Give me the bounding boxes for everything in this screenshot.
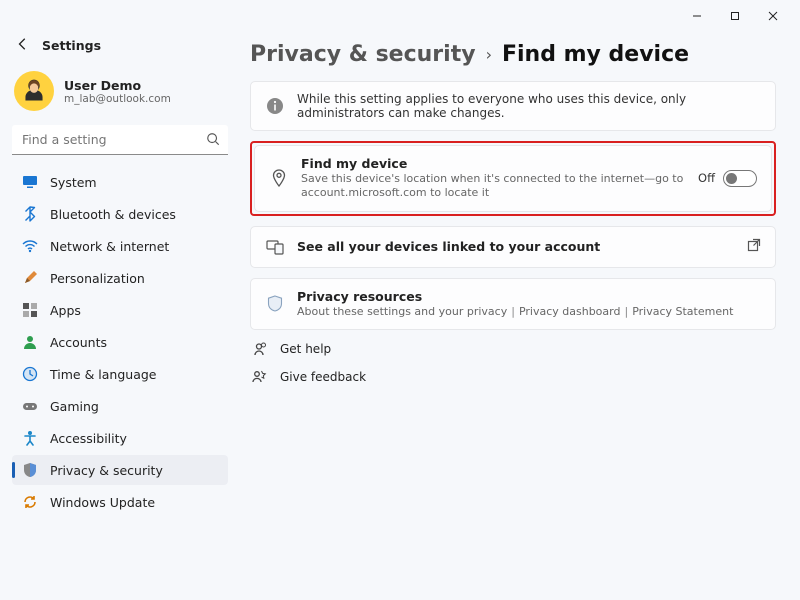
- apps-icon: [22, 302, 38, 318]
- info-banner: While this setting applies to everyone w…: [250, 81, 776, 131]
- chevron-right-icon: ›: [486, 45, 492, 64]
- shield-icon: [22, 462, 38, 478]
- sidebar-item-apps[interactable]: Apps: [12, 295, 228, 325]
- find-my-device-card[interactable]: Find my device Save this device's locati…: [254, 145, 772, 212]
- get-help-link[interactable]: Get help: [250, 340, 776, 358]
- profile-block[interactable]: User Demo m_lab@outlook.com: [12, 65, 228, 125]
- wifi-icon: [22, 238, 38, 254]
- sidebar-item-personalization[interactable]: Personalization: [12, 263, 228, 293]
- give-feedback-link[interactable]: Give feedback: [250, 368, 776, 386]
- sidebar-item-label: Accessibility: [50, 431, 127, 446]
- update-icon: [22, 494, 38, 510]
- devices-icon: [265, 237, 285, 257]
- gaming-icon: [22, 398, 38, 414]
- sidebar-item-label: Time & language: [50, 367, 156, 382]
- feedback-icon: [250, 368, 268, 386]
- breadcrumb-parent[interactable]: Privacy & security: [250, 42, 476, 67]
- sidebar-item-label: Network & internet: [50, 239, 169, 254]
- bluetooth-icon: [22, 206, 38, 222]
- shield-outline-icon: [265, 294, 285, 314]
- privacy-card-title: Privacy resources: [297, 289, 761, 304]
- sidebar-item-label: Accounts: [50, 335, 107, 350]
- profile-email: m_lab@outlook.com: [64, 93, 171, 105]
- account-icon: [22, 334, 38, 350]
- privacy-resources-card[interactable]: Privacy resources About these settings a…: [250, 278, 776, 330]
- sidebar-item-label: Bluetooth & devices: [50, 207, 176, 222]
- back-button[interactable]: [16, 36, 30, 55]
- link-label: Give feedback: [280, 370, 366, 384]
- page-title: Find my device: [502, 42, 689, 67]
- window-close-button[interactable]: [754, 2, 792, 30]
- highlight-box: Find my device Save this device's locati…: [250, 141, 776, 216]
- find-card-sub: Save this device's location when it's co…: [301, 172, 686, 201]
- sidebar-item-label: Personalization: [50, 271, 145, 286]
- sidebar-item-accounts[interactable]: Accounts: [12, 327, 228, 357]
- info-banner-text: While this setting applies to everyone w…: [297, 92, 761, 120]
- sidebar-nav: System Bluetooth & devices Network & int…: [12, 167, 228, 517]
- sidebar-item-bluetooth[interactable]: Bluetooth & devices: [12, 199, 228, 229]
- help-icon: [250, 340, 268, 358]
- access-icon: [22, 430, 38, 446]
- sidebar-item-label: Privacy & security: [50, 463, 163, 478]
- sidebar-item-update[interactable]: Windows Update: [12, 487, 228, 517]
- sidebar-item-network[interactable]: Network & internet: [12, 231, 228, 261]
- search-input[interactable]: [12, 125, 228, 155]
- profile-name: User Demo: [64, 78, 171, 93]
- avatar: [14, 71, 54, 111]
- search-icon: [206, 131, 220, 150]
- sidebar-item-label: Apps: [50, 303, 81, 318]
- info-icon: [265, 96, 285, 116]
- time-icon: [22, 366, 38, 382]
- sidebar-item-label: Windows Update: [50, 495, 155, 510]
- location-device-icon: [269, 168, 289, 188]
- sidebar-item-gaming[interactable]: Gaming: [12, 391, 228, 421]
- find-card-title: Find my device: [301, 156, 686, 171]
- brush-icon: [22, 270, 38, 286]
- window-maximize-button[interactable]: [716, 2, 754, 30]
- sidebar-item-accessibility[interactable]: Accessibility: [12, 423, 228, 453]
- find-my-device-toggle[interactable]: [723, 170, 757, 187]
- app-title: Settings: [42, 38, 101, 53]
- open-external-icon: [747, 238, 761, 255]
- linked-devices-card[interactable]: See all your devices linked to your acco…: [250, 226, 776, 268]
- link-label: Get help: [280, 342, 331, 356]
- sidebar-item-label: System: [50, 175, 97, 190]
- window-titlebar: [0, 0, 800, 32]
- sidebar-item-system[interactable]: System: [12, 167, 228, 197]
- system-icon: [22, 174, 38, 190]
- toggle-state-label: Off: [698, 171, 715, 185]
- sidebar-item-label: Gaming: [50, 399, 99, 414]
- window-minimize-button[interactable]: [678, 2, 716, 30]
- sidebar-item-time[interactable]: Time & language: [12, 359, 228, 389]
- breadcrumb: Privacy & security › Find my device: [250, 42, 776, 67]
- linked-card-title: See all your devices linked to your acco…: [297, 239, 735, 254]
- sidebar-item-privacy[interactable]: Privacy & security: [12, 455, 228, 485]
- privacy-card-sub: About these settings and your privacy|Pr…: [297, 305, 761, 319]
